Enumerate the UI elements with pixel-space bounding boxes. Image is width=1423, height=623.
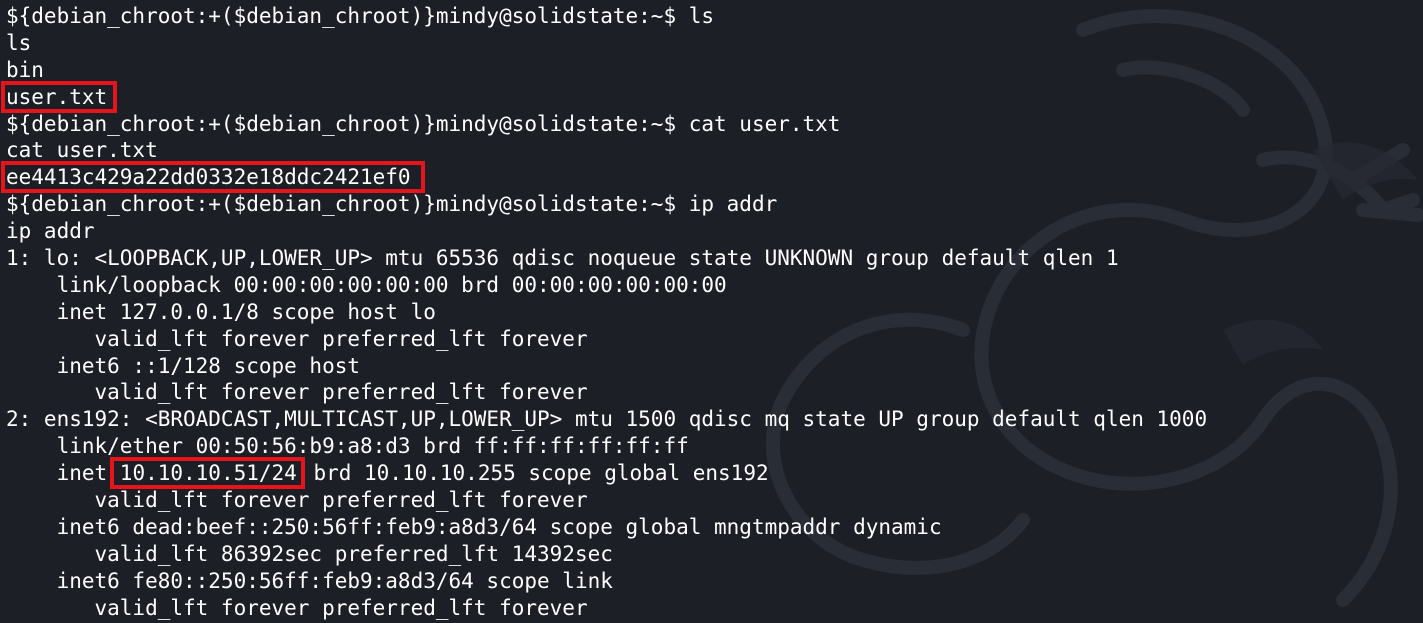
- output-line: bin: [6, 57, 1207, 84]
- echo-line: cat user.txt: [6, 137, 1207, 164]
- highlighted-ip-address: 10.10.10.51/24: [109, 457, 305, 490]
- output-text: bin: [6, 57, 44, 82]
- output-line: link/loopback 00:00:00:00:00:00 brd 00:0…: [6, 272, 1207, 299]
- output-line: ee4413c429a22dd0332e18ddc2421ef0: [1, 161, 1207, 194]
- output-text: inet6 dead:beef::250:56ff:feb9:a8d3/64 s…: [6, 514, 942, 539]
- shell-prompt: ${debian_chroot:+($debian_chroot)}mindy@…: [6, 111, 689, 136]
- highlighted-text: ee4413c429a22dd0332e18ddc2421ef0: [1, 161, 425, 194]
- output-line: inet6 fe80::250:56ff:feb9:a8d3/64 scope …: [6, 568, 1207, 595]
- output-line: user.txt: [0, 80, 1207, 113]
- output-text: 2: ens192: <BROADCAST,MULTICAST,UP,LOWER…: [6, 407, 1208, 432]
- output-line: inet6 ::1/128 scope host: [6, 353, 1207, 380]
- output-text: valid_lft forever preferred_lft forever: [6, 380, 588, 405]
- echo-line: ip addr: [6, 218, 1207, 245]
- output-line: valid_lft forever preferred_lft forever: [6, 487, 1207, 514]
- output-text: valid_lft forever preferred_lft forever: [6, 595, 588, 620]
- output-line: 1: lo: <LOOPBACK,UP,LOWER_UP> mtu 65536 …: [6, 245, 1207, 272]
- output-text: link/ether 00:50:56:b9:a8:d3 brd ff:ff:f…: [6, 434, 689, 459]
- prompt-line: ${debian_chroot:+($debian_chroot)}mindy@…: [6, 191, 1207, 218]
- output-text: brd 10.10.10.255 scope global ens192: [300, 461, 769, 486]
- output-line: inet6 dead:beef::250:56ff:feb9:a8d3/64 s…: [6, 514, 1207, 541]
- output-text: valid_lft 86392sec preferred_lft 14392se…: [6, 541, 613, 566]
- highlighted-text: user.txt: [0, 80, 118, 113]
- shell-prompt: ${debian_chroot:+($debian_chroot)}mindy@…: [6, 192, 689, 217]
- command-text: ls: [688, 4, 715, 28]
- prompt-line: ${debian_chroot:+($debian_chroot)}mindy@…: [6, 111, 1207, 138]
- output-text: link/loopback 00:00:00:00:00:00 brd 00:0…: [6, 272, 727, 297]
- output-line: valid_lft forever preferred_lft forever: [6, 595, 1207, 622]
- output-text: valid_lft forever preferred_lft forever: [6, 326, 588, 351]
- output-text: valid_lft forever preferred_lft forever: [6, 488, 588, 513]
- output-line: inet 127.0.0.1/8 scope host lo: [6, 299, 1207, 326]
- output-text: inet6 ::1/128 scope host: [6, 353, 361, 378]
- output-line: valid_lft 86392sec preferred_lft 14392se…: [6, 541, 1207, 568]
- command-text: cat user.txt: [688, 111, 841, 136]
- output-text: ls: [6, 30, 32, 55]
- output-line: valid_lft forever preferred_lft forever: [6, 379, 1207, 406]
- terminal-output: ${debian_chroot:+($debian_chroot)}mindy@…: [0, 3, 1207, 622]
- output-text: ip addr: [6, 219, 95, 244]
- output-line: 2: ens192: <BROADCAST,MULTICAST,UP,LOWER…: [6, 406, 1207, 433]
- output-line: inet 10.10.10.51/24 brd 10.10.10.255 sco…: [6, 457, 1207, 490]
- output-text: cat user.txt: [6, 138, 158, 163]
- output-line: link/ether 00:50:56:b9:a8:d3 brd ff:ff:f…: [6, 433, 1207, 460]
- output-line: valid_lft forever preferred_lft forever: [6, 326, 1207, 353]
- output-text: 1: lo: <LOOPBACK,UP,LOWER_UP> mtu 65536 …: [6, 246, 1119, 271]
- output-text: inet6 fe80::250:56ff:feb9:a8d3/64 scope …: [6, 568, 613, 593]
- command-text: ip addr: [688, 192, 778, 217]
- output-text: inet: [6, 461, 120, 486]
- echo-line: ls: [6, 30, 1207, 57]
- output-text: inet 127.0.0.1/8 scope host lo: [6, 299, 436, 324]
- terminal-window[interactable]: ${debian_chroot:+($debian_chroot)}mindy@…: [0, 0, 1423, 623]
- shell-prompt: ${debian_chroot:+($debian_chroot)}mindy@…: [6, 4, 689, 28]
- prompt-line: ${debian_chroot:+($debian_chroot)}mindy@…: [6, 3, 1207, 30]
